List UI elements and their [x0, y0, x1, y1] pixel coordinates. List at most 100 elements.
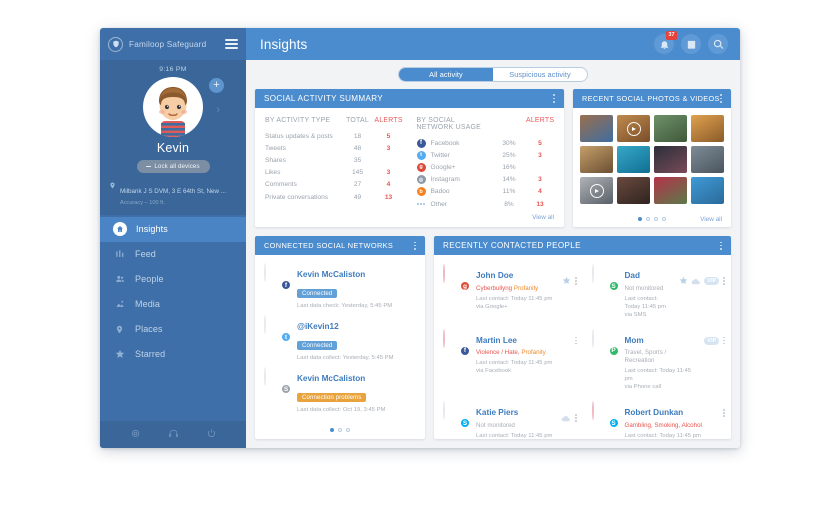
photo-tile[interactable]: [580, 177, 613, 205]
network-account-name: @iKevin12: [297, 322, 339, 332]
status-badge: Connected: [297, 288, 338, 299]
play-icon[interactable]: [589, 183, 604, 198]
location-accuracy: Accuracy – 100 ft.: [120, 199, 165, 206]
pager-dot[interactable]: [654, 216, 659, 222]
star-icon[interactable]: [679, 272, 688, 290]
list-item[interactable]: S Katie Piers Not monitored Last contact: T…: [434, 397, 583, 439]
contact-menu-icon[interactable]: [574, 414, 577, 422]
header-bar: Insights 37: [246, 28, 740, 60]
gear-icon[interactable]: [130, 426, 141, 444]
tab-all-activity[interactable]: All activity: [399, 68, 493, 81]
instagram-icon: ◎: [416, 175, 426, 185]
contact-meta: Last contact: Today 11:45 pm via SMS: [624, 295, 666, 318]
header-total: TOTAL: [346, 117, 369, 124]
pager-dot[interactable]: [337, 427, 343, 432]
row-total: 145: [351, 169, 363, 177]
contact-menu-icon[interactable]: [723, 336, 725, 345]
pager-dot[interactable]: [346, 427, 351, 432]
cloud-icon[interactable]: [561, 409, 571, 427]
bottom-row: CONNECTED SOCIAL NETWORKS f Kevin McCalis…: [255, 236, 731, 439]
contact-menu-icon[interactable]: [723, 409, 725, 417]
list-item[interactable]: g John Doe Cyberbullyng Profanity Last cont…: [434, 260, 583, 324]
sidebar-item-label: People: [135, 274, 164, 284]
star-icon[interactable]: [562, 272, 571, 290]
pager-dot[interactable]: [329, 427, 334, 432]
list-item[interactable]: S Robert Dunkan Gambling, Smoking, Alcohol…: [583, 397, 732, 439]
photo-tile[interactable]: [654, 146, 687, 174]
card-header: CONNECTED SOCIAL NETWORKS: [255, 236, 425, 256]
search-icon[interactable]: [708, 34, 728, 54]
pager-dot[interactable]: [662, 216, 667, 222]
contact-tag: Gambling, Smoking, Alcohol: [624, 421, 702, 429]
photo-tile[interactable]: [691, 115, 724, 143]
googleplus-icon: g: [416, 162, 426, 172]
add-child-button[interactable]: +: [209, 78, 224, 93]
table-row: Comments 27 4: [265, 179, 403, 191]
sidebar-item-starred[interactable]: Starred: [100, 342, 246, 367]
photo-tile[interactable]: [617, 177, 650, 205]
card-menu-icon[interactable]: [720, 241, 722, 250]
sidebar-item-people[interactable]: People: [100, 267, 246, 292]
contact-menu-icon[interactable]: [574, 336, 577, 345]
window-body: 9:16 PM + › Kevin Lock all devices Milba…: [100, 60, 740, 448]
lock-all-devices-button[interactable]: Lock all devices: [136, 160, 210, 173]
vip-badge: VIP: [704, 336, 720, 345]
photo-tile[interactable]: [691, 177, 724, 205]
list-item[interactable]: P Mom Travel, Sports / Recreation Last cont…: [583, 325, 732, 398]
photo-tile[interactable]: [617, 146, 650, 174]
calendar-icon[interactable]: [681, 34, 701, 54]
table-row: ◎ Instagram 14% 3: [416, 174, 555, 186]
table-row: Shares 35: [265, 154, 403, 166]
row-alerts: 4: [386, 181, 391, 189]
list-item[interactable]: S Kevin McCaliston Connection problems Last…: [255, 365, 425, 417]
photo-tile[interactable]: [617, 115, 650, 143]
header-network-usage: BY SOCIAL NETWORK USAGE: [416, 117, 482, 131]
avatar[interactable]: [143, 77, 203, 137]
bell-icon[interactable]: 37: [654, 31, 677, 54]
contact-menu-icon[interactable]: [574, 277, 577, 285]
chevron-right-icon[interactable]: ›: [216, 104, 220, 116]
contact-menu-icon[interactable]: [723, 277, 725, 285]
card-menu-icon[interactable]: [414, 241, 416, 250]
sidebar-item-places[interactable]: Places: [100, 317, 246, 342]
feed-icon: [113, 249, 126, 259]
sms-icon: S: [608, 281, 619, 292]
tab-suspicious-activity[interactable]: Suspicious activity: [493, 68, 587, 81]
skype-icon: S: [281, 384, 291, 395]
row-alerts: 13: [536, 200, 544, 208]
play-icon[interactable]: [626, 121, 641, 136]
photo-tile[interactable]: [654, 177, 687, 205]
networks-pager[interactable]: [329, 427, 351, 432]
connected-networks-card: CONNECTED SOCIAL NETWORKS f Kevin McCalis…: [255, 236, 425, 439]
googleplus-icon: g: [460, 281, 470, 292]
view-all-link[interactable]: View all: [700, 216, 722, 223]
power-icon[interactable]: [206, 426, 217, 444]
list-item[interactable]: t @iKevin12 Connected Last data collect: Ye…: [255, 313, 425, 365]
sidebar-item-feed[interactable]: Feed: [100, 242, 246, 267]
profile-panel: 9:16 PM + › Kevin Lock all devices Milba…: [100, 60, 246, 215]
cloud-icon[interactable]: [691, 272, 701, 290]
pager-dot[interactable]: [645, 216, 650, 222]
hamburger-icon[interactable]: [225, 39, 238, 49]
last-data-meta: Last data check: Yesterday, 5:45 PM: [297, 303, 393, 310]
photo-tile[interactable]: [580, 146, 613, 174]
pager-dot[interactable]: [637, 216, 642, 222]
avatar: f: [443, 328, 470, 356]
card-menu-icon[interactable]: [553, 94, 555, 103]
photo-tile[interactable]: [654, 115, 687, 143]
list-item[interactable]: f Kevin McCaliston Connected Last data chec…: [255, 261, 425, 313]
card-menu-icon[interactable]: [720, 94, 722, 103]
row-total: 35: [353, 156, 362, 164]
headset-icon[interactable]: [168, 426, 179, 444]
photo-grid: [573, 108, 731, 212]
view-all-link[interactable]: View all: [255, 210, 564, 227]
list-item[interactable]: S Dad Not monitored Last contact: Today 11:…: [583, 260, 732, 324]
sidebar-item-insights[interactable]: Insights: [100, 216, 246, 242]
list-item[interactable]: f Martin Lee Violence / Hate, Profanity Las…: [434, 325, 583, 398]
photos-pager[interactable]: [637, 216, 667, 222]
row-label: Tweets: [265, 144, 286, 152]
photo-tile[interactable]: [691, 146, 724, 174]
photo-tile[interactable]: [580, 115, 613, 143]
sidebar-item-media[interactable]: Media: [100, 292, 246, 317]
row-label: Status updates & posts: [265, 132, 333, 140]
